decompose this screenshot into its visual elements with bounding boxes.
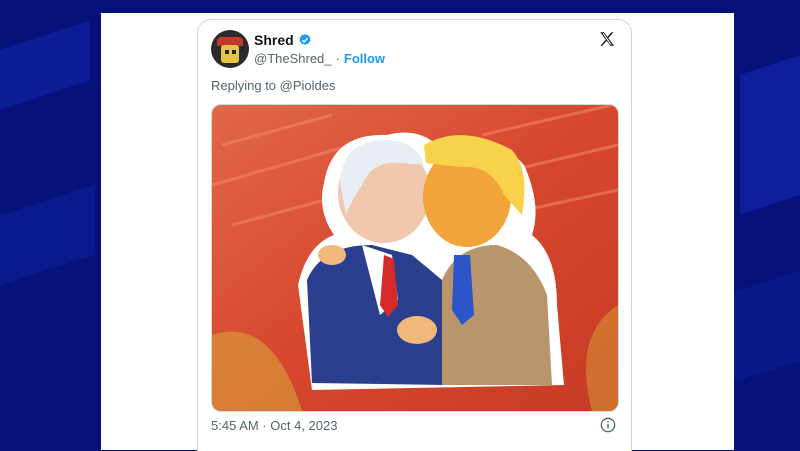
tweet-media-image[interactable] (211, 104, 619, 412)
background-stripe (0, 20, 90, 120)
replying-prefix: Replying to (211, 78, 277, 93)
replying-mention[interactable]: @Pioldes (280, 78, 336, 93)
background-stripe (740, 45, 800, 215)
replying-to: Replying to @Pioldes (211, 78, 336, 93)
follow-button[interactable]: Follow (344, 51, 385, 66)
info-icon[interactable] (600, 417, 616, 433)
handle-row: @TheShred_ · Follow (254, 51, 385, 66)
x-logo-icon[interactable] (598, 30, 616, 48)
handle[interactable]: @TheShred_ (254, 51, 332, 66)
separator: · (335, 51, 340, 66)
tweet-timestamp[interactable]: 5:45 AM · Oct 4, 2023 (211, 418, 337, 433)
display-name[interactable]: Shred (254, 32, 294, 48)
background-stripe (0, 184, 95, 286)
avatar[interactable] (211, 30, 249, 68)
background-stripe (730, 267, 800, 383)
media-illustration (212, 105, 618, 411)
verified-badge-icon (299, 33, 311, 45)
author-name-row: Shred (254, 32, 312, 48)
tweet-card: Shred @TheShred_ · Follow Replying to @P… (197, 19, 632, 451)
